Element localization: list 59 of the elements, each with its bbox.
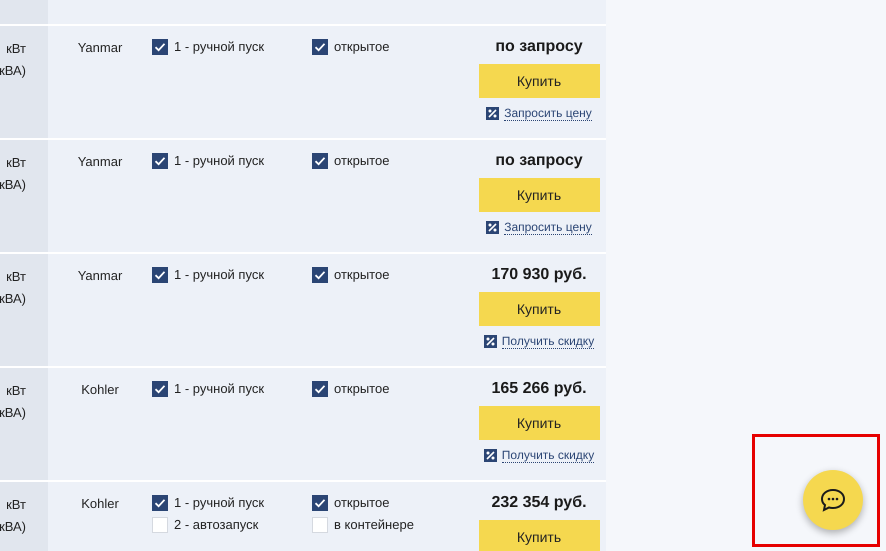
buy-button[interactable]: Купить: [478, 64, 600, 98]
percent-icon: [484, 449, 497, 462]
percent-icon: [486, 107, 500, 120]
brand-text: Kohler: [81, 495, 119, 510]
option-label: 1 - ручной пуск: [174, 39, 264, 55]
price-link[interactable]: Получить скидку: [502, 334, 594, 349]
power-text: кВА): [0, 176, 26, 194]
checkbox-checked[interactable]: [152, 495, 168, 511]
power-text: кВт: [6, 382, 26, 400]
price-text: 170 930 руб.: [491, 265, 587, 285]
buy-button[interactable]: Купить: [478, 520, 600, 551]
chat-icon: [819, 487, 847, 513]
checkbox-checked[interactable]: [152, 267, 168, 283]
power-text: кВА): [0, 290, 26, 308]
option-label: открытое: [334, 495, 390, 511]
power-text: кВА): [0, 404, 26, 422]
price-text: 232 354 руб.: [491, 493, 587, 513]
checkbox-checked[interactable]: [312, 153, 328, 169]
price-text: 165 266 руб.: [491, 379, 587, 399]
power-text: кВА): [0, 518, 26, 536]
chat-button[interactable]: [803, 470, 863, 530]
price-link[interactable]: Получить скидку: [502, 448, 594, 463]
brand-text: Yanmar: [78, 267, 122, 282]
checkbox-checked[interactable]: [312, 39, 328, 55]
option-label: открытое: [334, 381, 390, 397]
option-label: 1 - ручной пуск: [174, 495, 264, 511]
price-link[interactable]: Запросить цену: [504, 106, 592, 121]
checkbox-checked[interactable]: [312, 495, 328, 511]
percent-icon: [484, 335, 497, 348]
option-label: в контейнере: [334, 517, 414, 533]
option-label: открытое: [334, 153, 390, 169]
checkbox-checked[interactable]: [152, 381, 168, 397]
option-label: открытое: [334, 267, 390, 283]
price-text: по запросу: [495, 151, 583, 171]
option-label: открытое: [334, 39, 390, 55]
brand-text: Yanmar: [78, 39, 122, 54]
checkbox[interactable]: [312, 517, 328, 533]
checkbox[interactable]: [152, 517, 168, 533]
brand-text: Yanmar: [78, 153, 122, 168]
price-text: по запросу: [495, 37, 583, 57]
option-label: 2 - автозапуск: [174, 517, 258, 533]
power-text: кВт: [6, 40, 26, 58]
power-text: кВА): [0, 62, 26, 80]
option-label: 1 - ручной пуск: [174, 381, 264, 397]
checkbox-checked[interactable]: [312, 381, 328, 397]
option-label: 1 - ручной пуск: [174, 267, 264, 283]
checkbox-checked[interactable]: [312, 267, 328, 283]
buy-button[interactable]: Купить: [478, 406, 600, 440]
checkbox-checked[interactable]: [152, 153, 168, 169]
brand-text: Kohler: [81, 381, 119, 396]
price-link[interactable]: Запросить цену: [504, 220, 592, 235]
buy-button[interactable]: Купить: [478, 178, 600, 212]
option-label: 1 - ручной пуск: [174, 153, 264, 169]
power-text: кВт: [6, 154, 26, 172]
power-text: кВт: [6, 268, 26, 286]
buy-button[interactable]: Купить: [478, 292, 600, 326]
power-text: кВт: [6, 496, 26, 514]
checkbox-checked[interactable]: [152, 39, 168, 55]
percent-icon: [486, 221, 500, 234]
